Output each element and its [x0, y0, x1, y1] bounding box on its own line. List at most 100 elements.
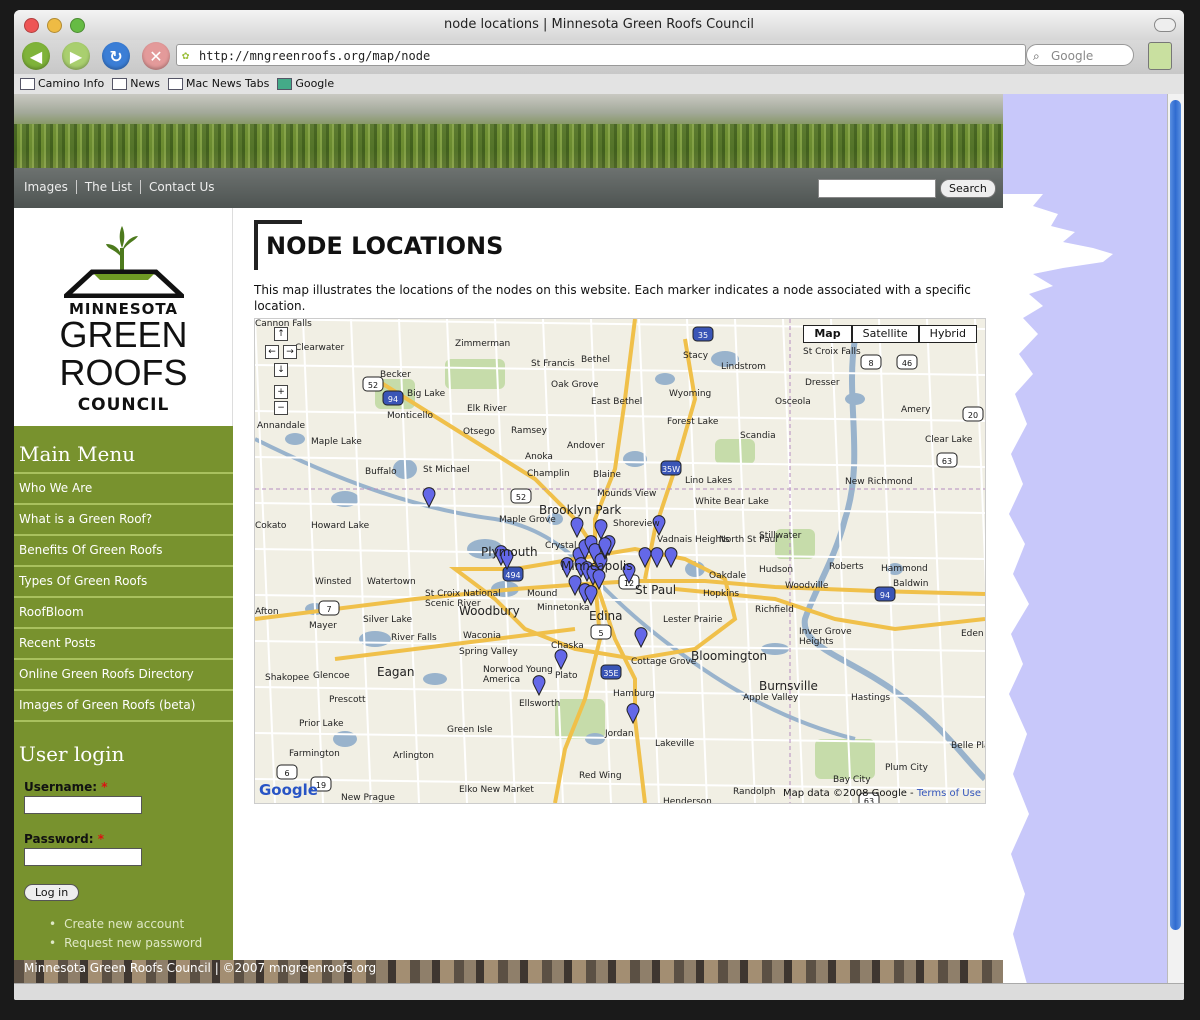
node-marker-icon[interactable] — [650, 547, 664, 569]
map-place-label: Mayer — [309, 621, 337, 631]
node-marker-icon[interactable] — [570, 517, 584, 539]
park-area — [715, 439, 755, 464]
pan-right-button[interactable]: → — [283, 345, 297, 359]
google-map[interactable]: 35846529435W5249412945735E632019663 Zimm… — [254, 318, 986, 804]
road — [878, 319, 900, 803]
password-input[interactable] — [24, 848, 142, 866]
map-place-label: Eden Prairie — [961, 629, 985, 639]
menu-item-who-we-are[interactable]: Who We Are — [14, 474, 233, 505]
zoom-in-button[interactable]: + — [274, 385, 288, 399]
map-place-label: Edina — [589, 609, 623, 623]
reload-icon: ↻ — [109, 46, 123, 66]
map-place-label: Lester Prairie — [663, 615, 723, 625]
site-logo[interactable]: MINNESOTA GREEN ROOFS COUNCIL — [14, 208, 233, 426]
menu-item-benefits[interactable]: Benefits Of Green Roofs — [14, 536, 233, 567]
status-bar — [14, 983, 1184, 1000]
map-place-label: Forest Lake — [667, 417, 719, 427]
node-marker-icon[interactable] — [664, 547, 678, 569]
map-place-label: Woodville — [785, 581, 829, 591]
map-type-map[interactable]: Map — [803, 325, 852, 343]
bookmark-item[interactable]: Google — [277, 74, 334, 94]
back-button[interactable]: ◀ — [22, 42, 50, 70]
map-place-label: Shakopee — [265, 673, 310, 683]
svg-text:35W: 35W — [662, 465, 680, 474]
menu-item-directory[interactable]: Online Green Roofs Directory — [14, 660, 233, 691]
highway-shield-icon: 46 — [896, 354, 918, 370]
minimize-window-button[interactable] — [47, 18, 62, 33]
pan-left-button[interactable]: ← — [265, 345, 279, 359]
map-place-label: Eagan — [377, 665, 415, 679]
login-button[interactable]: Log in — [24, 884, 80, 901]
pan-down-button[interactable]: ↓ — [274, 363, 288, 377]
map-type-satellite[interactable]: Satellite — [851, 325, 919, 343]
map-place-label: Shoreview — [613, 519, 660, 529]
highway-shield-icon: 494 — [502, 566, 524, 582]
map-place-label: Roberts — [829, 562, 864, 572]
map-type-hybrid[interactable]: Hybrid — [918, 325, 977, 343]
bookmark-button[interactable] — [1148, 42, 1172, 70]
title-bracket-decoration — [254, 220, 302, 270]
page-body: MINNESOTA GREEN ROOFS COUNCIL Main Menu … — [14, 208, 1003, 960]
map-place-label: Mounds View — [597, 489, 657, 499]
map-place-label: Andover — [567, 441, 605, 451]
bookmark-label: Google — [295, 77, 335, 90]
svg-text:6: 6 — [284, 769, 289, 778]
lake — [285, 433, 305, 445]
nav-link-images[interactable]: Images — [16, 180, 77, 194]
park-area — [815, 739, 875, 779]
svg-text:94: 94 — [388, 395, 398, 404]
create-account-link[interactable]: Create new account — [49, 915, 233, 934]
google-logo[interactable]: Google — [259, 781, 318, 799]
site-search-input[interactable] — [818, 179, 936, 198]
sidebar: MINNESOTA GREEN ROOFS COUNCIL Main Menu … — [14, 208, 233, 960]
svg-text:7: 7 — [326, 605, 331, 614]
logo-text-council: COUNCIL — [77, 395, 170, 415]
map-place-label: Lino Lakes — [685, 476, 733, 486]
username-input[interactable] — [24, 796, 142, 814]
map-place-label: Becker — [380, 370, 411, 380]
vertical-scrollbar[interactable] — [1167, 94, 1184, 984]
scrollbar-thumb[interactable] — [1170, 100, 1181, 930]
nav-link-the-list[interactable]: The List — [77, 180, 141, 194]
address-bar[interactable]: ✿ http://mngreenroofs.org/map/node — [176, 44, 1026, 66]
google-favicon-icon — [277, 78, 293, 90]
highway-shield-icon: 6 — [276, 764, 298, 780]
map-place-label: Bloomington — [691, 649, 768, 663]
menu-item-recent-posts[interactable]: Recent Posts — [14, 629, 233, 660]
menu-item-images[interactable]: Images of Green Roofs (beta) — [14, 691, 233, 722]
webpage: Images The List Contact Us Search MINNES… — [14, 94, 1003, 984]
browser-search-field[interactable]: ⌕ Google — [1026, 44, 1134, 66]
bookmark-item[interactable]: Camino Info — [20, 74, 104, 94]
terms-link[interactable]: Terms of Use — [917, 788, 981, 799]
map-place-label: Elk River — [467, 404, 507, 414]
highway-shield-icon: 94 — [382, 390, 404, 406]
map-place-label: Lakeville — [655, 739, 695, 749]
map-place-label: Big Lake — [407, 389, 446, 399]
map-place-label: Champlin — [527, 469, 570, 479]
bookmark-label: Mac News Tabs — [185, 77, 270, 90]
bookmark-item[interactable]: News — [112, 74, 160, 94]
node-marker-icon[interactable] — [634, 627, 648, 649]
request-password-link[interactable]: Request new password — [49, 934, 233, 953]
pan-up-button[interactable]: ↑ — [274, 327, 288, 341]
menu-item-roofbloom[interactable]: RoofBloom — [14, 598, 233, 629]
toolbar-toggle-button[interactable] — [1154, 18, 1176, 32]
site-search-button[interactable]: Search — [940, 179, 996, 198]
nav-link-contact-us[interactable]: Contact Us — [141, 180, 223, 194]
node-marker-icon[interactable] — [626, 703, 640, 725]
bookmarks-bar: Camino Info News Mac News Tabs Google — [14, 74, 1184, 95]
stop-button[interactable]: ✕ — [142, 42, 170, 70]
map-place-label: New Richmond — [845, 477, 913, 487]
reload-button[interactable]: ↻ — [102, 42, 130, 70]
tabs-icon — [167, 78, 183, 90]
menu-item-types[interactable]: Types Of Green Roofs — [14, 567, 233, 598]
bookmark-item[interactable]: Mac News Tabs — [167, 74, 270, 94]
menu-item-what-is-green-roof[interactable]: What is a Green Roof? — [14, 505, 233, 536]
address-bar-url: http://mngreenroofs.org/map/node — [199, 49, 431, 63]
forward-button[interactable]: ▶ — [62, 42, 90, 70]
zoom-window-button[interactable] — [70, 18, 85, 33]
zoom-out-button[interactable]: − — [274, 401, 288, 415]
close-window-button[interactable] — [24, 18, 39, 33]
highway-shield-icon: 7 — [318, 600, 340, 616]
map-place-label: Bay City — [833, 775, 871, 785]
